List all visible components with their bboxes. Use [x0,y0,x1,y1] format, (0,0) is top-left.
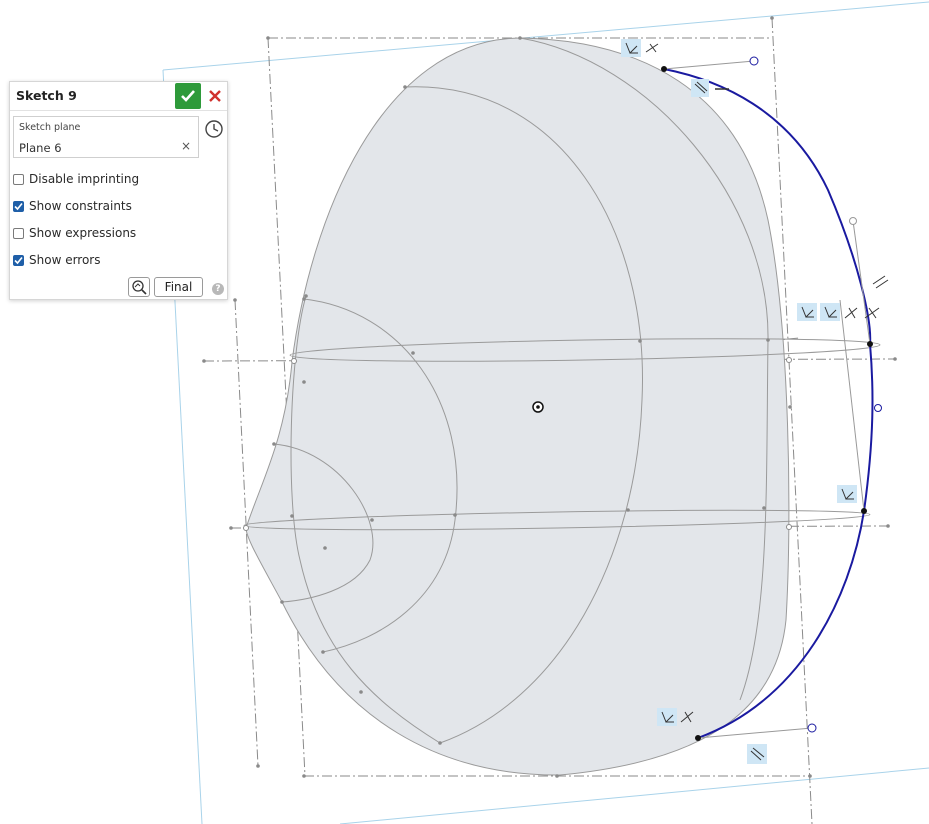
checkbox-show-expressions[interactable] [13,227,24,239]
option-label: Disable imprinting [29,172,140,186]
option-disable-imprinting[interactable]: Disable imprinting [13,170,139,188]
handle-endpoint-gray[interactable] [849,217,857,225]
constraint-badges-middle[interactable] [797,275,889,503]
option-show-constraints[interactable]: Show constraints [13,197,132,215]
cancel-button[interactable] [206,87,224,105]
option-label: Show constraints [29,199,132,213]
origin-icon[interactable] [532,401,544,413]
checkmark-icon [181,90,195,102]
dialog-title: Sketch 9 [16,88,77,103]
option-label: Show expressions [29,226,137,240]
history-button[interactable] [203,118,225,140]
model-body[interactable] [245,37,790,776]
checkbox-show-constraints[interactable] [13,200,24,212]
help-icon[interactable]: ? [212,283,224,295]
close-icon [209,90,221,102]
option-label: Show errors [29,253,101,267]
accept-button[interactable] [175,83,201,109]
sketch-inspect-button[interactable] [128,277,150,297]
clock-icon [205,120,223,138]
dialog-header: Sketch 9 [10,82,227,111]
sketch-plane-label: Sketch plane [19,122,81,133]
checkmark-icon [14,256,23,264]
clear-selection-button[interactable]: × [179,139,193,153]
option-show-expressions[interactable]: Show expressions [13,224,136,242]
checkbox-disable-imprinting[interactable] [13,173,24,185]
option-show-errors[interactable]: Show errors [13,251,101,269]
sketch-plane-value: Plane 6 [19,141,62,155]
sketch-plane-field[interactable]: Sketch plane Plane 6 × [13,116,199,158]
sketch-inspect-icon [132,280,147,295]
checkbox-show-errors[interactable] [13,254,24,266]
final-button[interactable]: Final [154,277,203,297]
sketch-dialog: Sketch 9 Sketch plane Plane 6 × Disable … [9,81,228,300]
checkmark-icon [14,202,23,210]
